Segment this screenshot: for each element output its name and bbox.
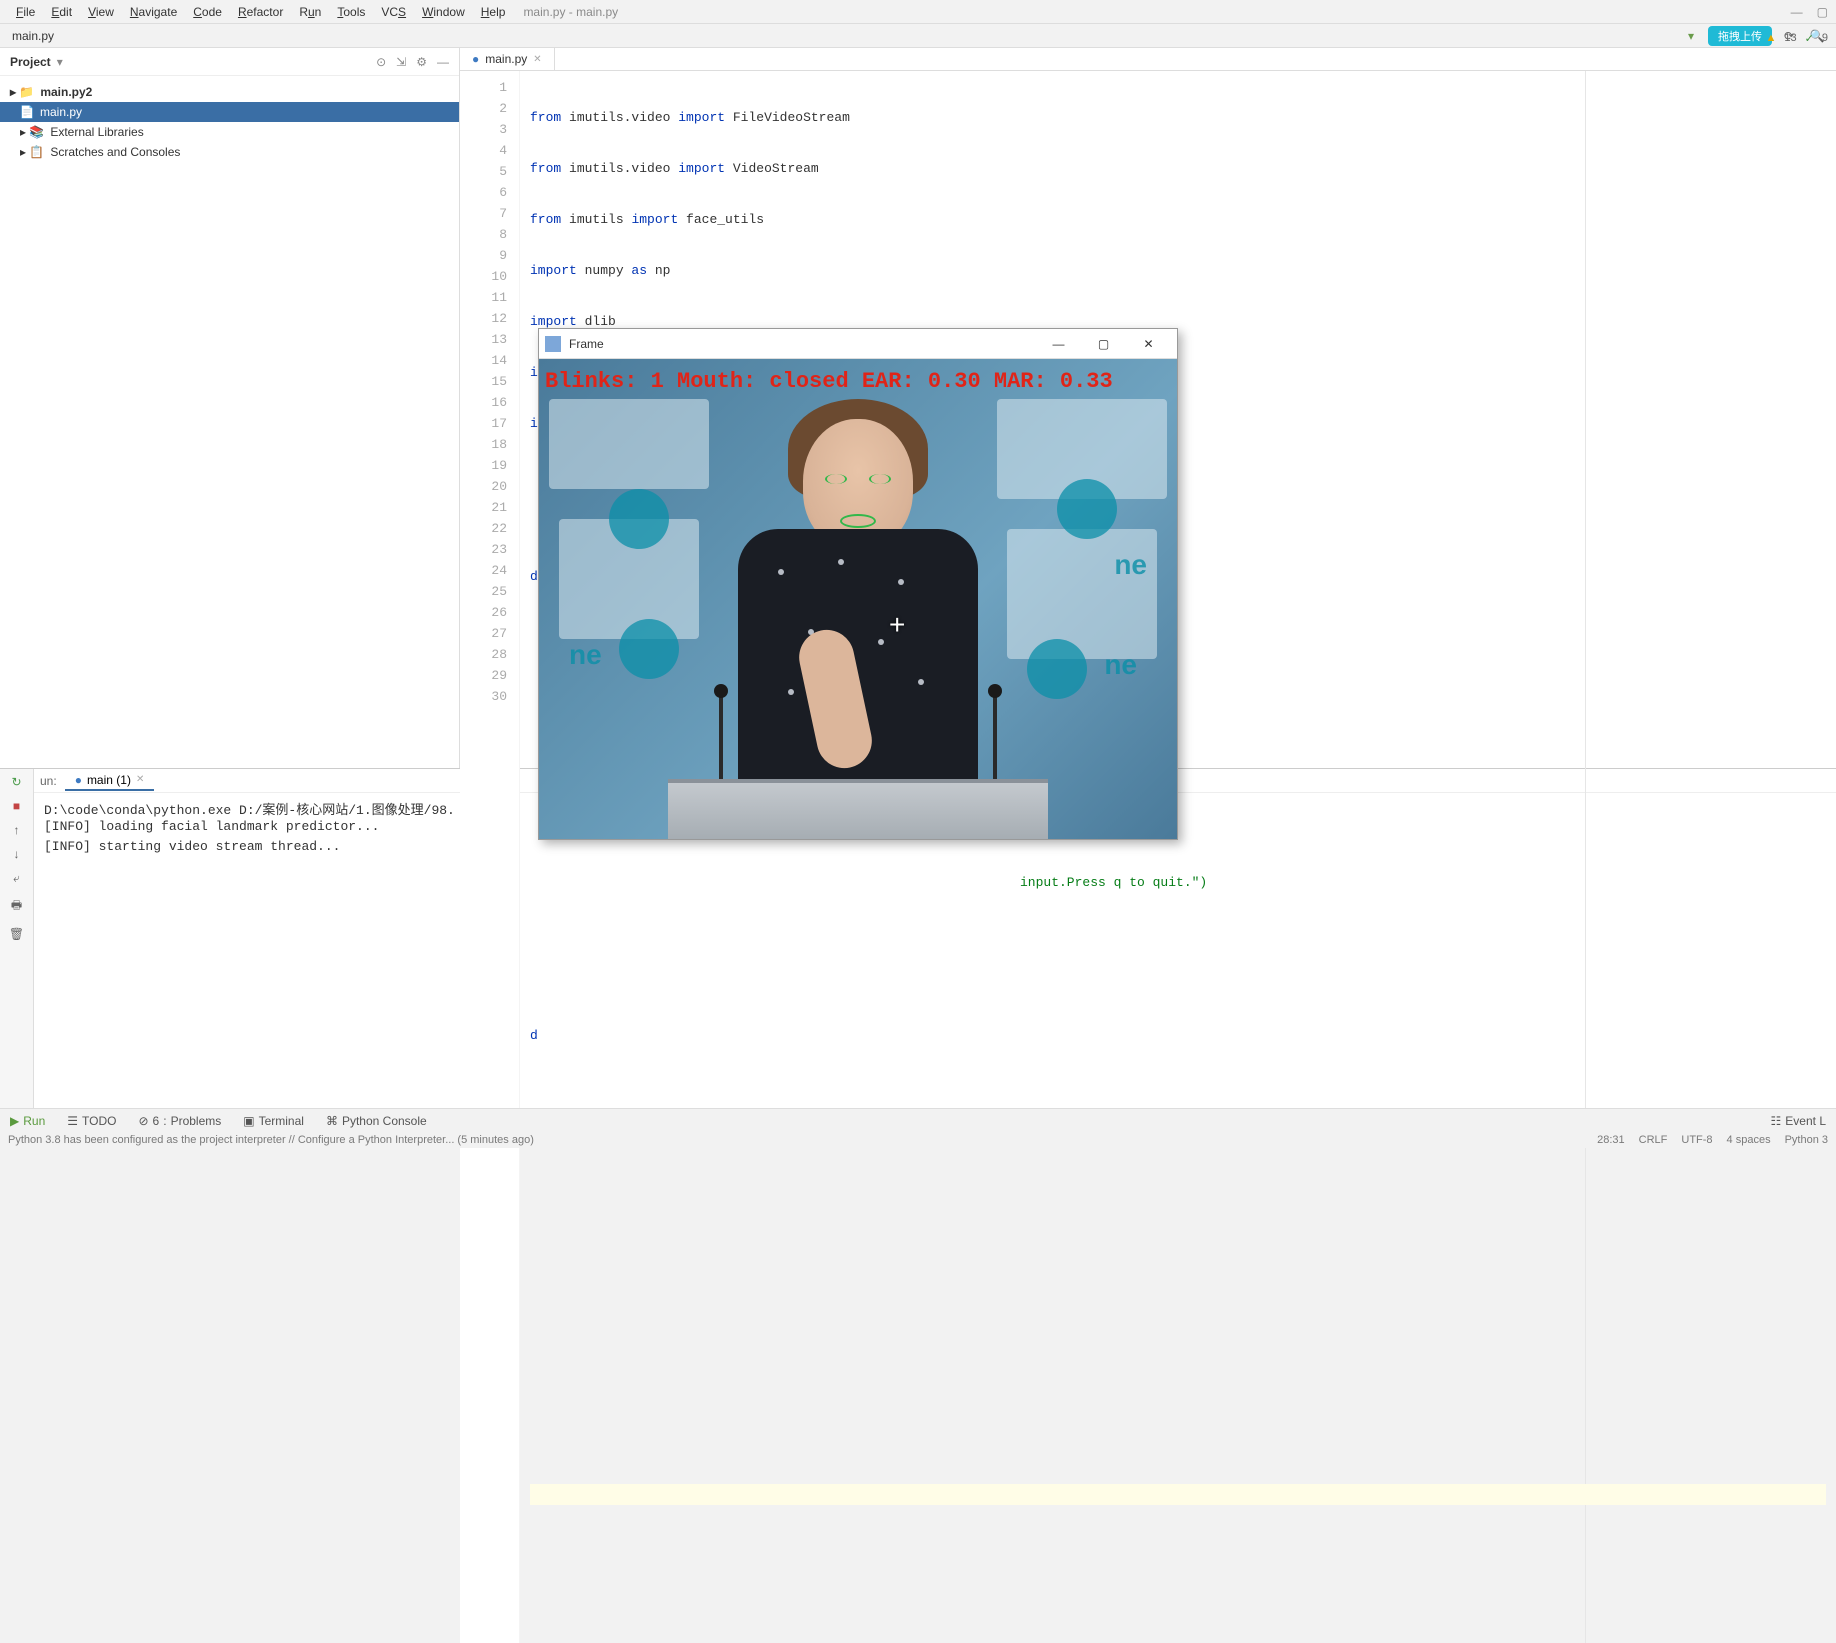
breadcrumb-bar: main.py ▾ 拖拽上传 ⟳ 🔍 — [0, 24, 1836, 48]
cursor-crosshair: + — [889, 609, 905, 641]
opencv-frame-window[interactable]: Frame — ▢ ✕ ne ne ne — [538, 328, 1178, 840]
hide-icon[interactable]: — — [437, 55, 449, 69]
event-log-icon: ☷ — [1771, 1114, 1782, 1128]
folder-icon: ▸ 📁 — [10, 85, 34, 99]
project-sidebar: Project ▾ ⊙ ⇲ ⚙ — ▸ 📁 main.py2 📄 main.py… — [0, 48, 460, 768]
menu-refactor[interactable]: Refactor — [230, 5, 291, 19]
menu-navigate[interactable]: Navigate — [122, 5, 185, 19]
frame-title: Frame — [569, 337, 604, 351]
code-content[interactable]: from imutils.video import FileVideoStrea… — [520, 71, 1836, 1643]
python-file-icon: ● — [472, 52, 479, 66]
left-eye-landmark — [825, 474, 847, 484]
breadcrumb-file[interactable]: main.py — [8, 29, 58, 43]
tree-file-main[interactable]: 📄 main.py — [0, 102, 459, 122]
mouth-landmark — [840, 514, 876, 528]
toolbar-event-log[interactable]: ☷ Event L — [1767, 1114, 1830, 1128]
run-icon: ▶ — [10, 1114, 19, 1128]
terminal-icon: ▣ — [243, 1114, 254, 1128]
project-tree: ▸ 📁 main.py2 📄 main.py ▸ 📚 External Libr… — [0, 76, 459, 168]
run-tab-main[interactable]: ● main (1) ✕ — [65, 771, 155, 791]
scratch-icon: ▸ 📋 — [20, 145, 44, 159]
status-eol[interactable]: CRLF — [1639, 1134, 1668, 1146]
run-toolbar: ↻ ■ ↑ ↓ ⤶ 🖶 🗑 — [0, 769, 34, 1148]
menubar: FFileile Edit View Navigate Code Refacto… — [0, 0, 1836, 24]
menu-code[interactable]: Code — [185, 5, 230, 19]
locate-icon[interactable]: ⊙ — [376, 55, 386, 69]
check-icon: ✓ — [1805, 32, 1814, 45]
menu-edit[interactable]: Edit — [43, 5, 80, 19]
trash-icon[interactable]: 🗑 — [9, 927, 24, 941]
line-gutter: 1 2 3 4 5 6 7 8 9 10 11 12 13 14 15 16 1… — [460, 71, 520, 1643]
editor-tab-main[interactable]: ● main.py ✕ — [460, 48, 555, 70]
stop-icon[interactable]: ■ — [13, 799, 20, 813]
window-title: main.py - main.py — [523, 5, 618, 19]
tree-root[interactable]: ▸ 📁 main.py2 — [0, 82, 459, 102]
menu-tools[interactable]: Tools — [329, 5, 373, 19]
bottom-toolbar: ▶ Run ☰ TODO ⊘ 6: Problems ▣ Terminal ⌘ … — [0, 1108, 1836, 1132]
frame-app-icon — [545, 336, 561, 352]
collapse-icon[interactable]: ⇲ — [396, 55, 406, 69]
close-icon[interactable]: ✕ — [533, 54, 541, 65]
rerun-icon[interactable]: ↻ — [11, 775, 21, 789]
status-python[interactable]: Python 3 — [1785, 1134, 1828, 1146]
add-config-icon[interactable]: ▾ — [1680, 25, 1702, 47]
menu-help[interactable]: Help — [473, 5, 514, 19]
frame-maximize-button[interactable]: ▢ — [1081, 330, 1126, 358]
toolbar-terminal[interactable]: ▣ Terminal — [239, 1114, 308, 1128]
todo-icon: ☰ — [67, 1114, 78, 1128]
run-label: un: — [40, 774, 65, 788]
toolbar-problems[interactable]: ⊘ 6: Problems — [134, 1114, 225, 1128]
status-position[interactable]: 28:31 — [1597, 1134, 1625, 1146]
wrap-icon[interactable]: ⤶ — [13, 871, 20, 886]
chevron-down-icon[interactable]: ▾ — [57, 55, 63, 69]
status-message[interactable]: Python 3.8 has been configured as the pr… — [8, 1134, 534, 1146]
right-eye-landmark — [869, 474, 891, 484]
frame-video: ne ne ne Blinks: 1 — [539, 359, 1177, 839]
toolbar-python-console[interactable]: ⌘ Python Console — [322, 1114, 431, 1128]
problems-icon: ⊘ — [138, 1114, 148, 1128]
up-icon[interactable]: ↑ — [14, 823, 20, 837]
menu-view[interactable]: View — [80, 5, 122, 19]
python-file-icon: 📄 — [20, 105, 34, 119]
python-run-icon: ● — [75, 773, 82, 787]
upload-badge[interactable]: 拖拽上传 — [1708, 26, 1772, 46]
menu-run[interactable]: Run — [291, 5, 329, 19]
print-icon[interactable]: 🖶 — [11, 896, 22, 917]
detection-overlay-text: Blinks: 1 Mouth: closed EAR: 0.30 MAR: 0… — [545, 369, 1113, 394]
gear-icon[interactable]: ⚙ — [416, 55, 427, 69]
podium — [668, 779, 1048, 839]
status-bar: Python 3.8 has been configured as the pr… — [0, 1132, 1836, 1148]
python-icon: ⌘ — [326, 1114, 338, 1128]
warning-icon: ▲ — [1766, 32, 1777, 45]
down-icon[interactable]: ↓ — [14, 847, 20, 861]
menu-file[interactable]: FFileile — [8, 5, 43, 19]
status-encoding[interactable]: UTF-8 — [1681, 1134, 1712, 1146]
detected-person — [728, 399, 988, 839]
editor-inspections[interactable]: ▲ 13 ✓ 9 — [1766, 32, 1828, 45]
menu-vcs[interactable]: VCS — [373, 5, 414, 19]
toolbar-run[interactable]: ▶ Run — [6, 1114, 49, 1128]
project-tool-title[interactable]: Project — [10, 55, 51, 69]
minimize-icon[interactable]: — — [1791, 5, 1803, 19]
library-icon: ▸ 📚 — [20, 125, 44, 139]
frame-titlebar[interactable]: Frame — ▢ ✕ — [539, 329, 1177, 359]
frame-minimize-button[interactable]: — — [1036, 330, 1081, 358]
tree-external-libraries[interactable]: ▸ 📚 External Libraries — [0, 122, 459, 142]
maximize-icon[interactable]: ▢ — [1817, 5, 1828, 19]
tree-scratches[interactable]: ▸ 📋 Scratches and Consoles — [0, 142, 459, 162]
close-icon[interactable]: ✕ — [136, 774, 144, 785]
frame-close-button[interactable]: ✕ — [1126, 330, 1171, 358]
toolbar-todo[interactable]: ☰ TODO — [63, 1114, 120, 1128]
menu-window[interactable]: Window — [414, 5, 473, 19]
status-indent[interactable]: 4 spaces — [1727, 1134, 1771, 1146]
code-editor[interactable]: 1 2 3 4 5 6 7 8 9 10 11 12 13 14 15 16 1… — [460, 71, 1836, 1643]
